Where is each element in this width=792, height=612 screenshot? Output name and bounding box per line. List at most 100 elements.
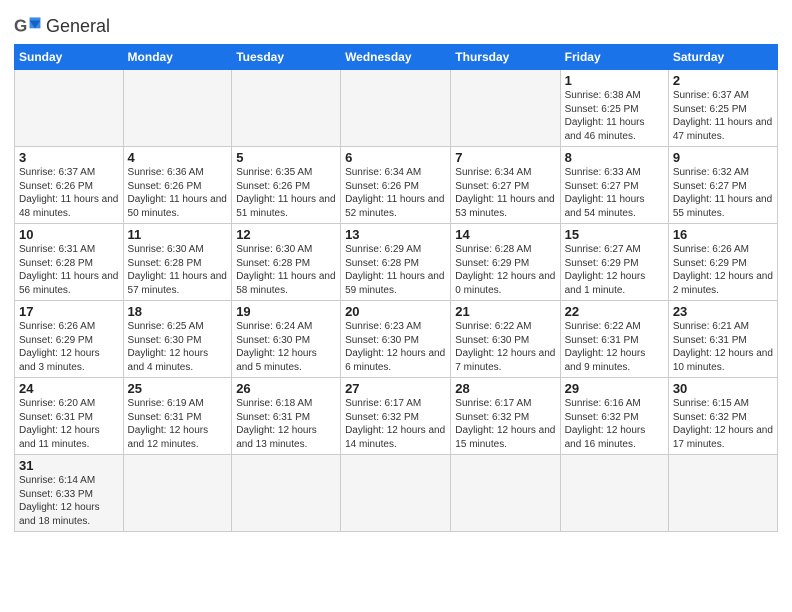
weekday-header-sunday: Sunday <box>15 45 124 70</box>
day-info: Sunrise: 6:30 AM Sunset: 6:28 PM Dayligh… <box>128 243 228 297</box>
day-info: Sunrise: 6:38 AM Sunset: 6:25 PM Dayligh… <box>565 89 664 143</box>
calendar-table: SundayMondayTuesdayWednesdayThursdayFrid… <box>14 44 778 532</box>
day-number: 9 <box>673 150 773 165</box>
day-number: 17 <box>19 304 119 319</box>
day-info: Sunrise: 6:37 AM Sunset: 6:26 PM Dayligh… <box>19 166 119 220</box>
calendar-day-cell: 22Sunrise: 6:22 AM Sunset: 6:31 PM Dayli… <box>560 301 668 378</box>
day-number: 23 <box>673 304 773 319</box>
day-number: 7 <box>455 150 555 165</box>
weekday-header-saturday: Saturday <box>668 45 777 70</box>
calendar-day-cell <box>341 70 451 147</box>
day-info: Sunrise: 6:32 AM Sunset: 6:27 PM Dayligh… <box>673 166 773 220</box>
calendar-day-cell <box>232 455 341 532</box>
calendar-day-cell: 2Sunrise: 6:37 AM Sunset: 6:25 PM Daylig… <box>668 70 777 147</box>
calendar-day-cell <box>451 455 560 532</box>
calendar-day-cell: 21Sunrise: 6:22 AM Sunset: 6:30 PM Dayli… <box>451 301 560 378</box>
day-number: 14 <box>455 227 555 242</box>
svg-text:G: G <box>14 16 27 35</box>
calendar-day-cell: 30Sunrise: 6:15 AM Sunset: 6:32 PM Dayli… <box>668 378 777 455</box>
day-info: Sunrise: 6:34 AM Sunset: 6:27 PM Dayligh… <box>455 166 555 220</box>
calendar-day-cell: 1Sunrise: 6:38 AM Sunset: 6:25 PM Daylig… <box>560 70 668 147</box>
calendar-day-cell <box>560 455 668 532</box>
logo-text: General <box>46 16 110 37</box>
calendar-week-row: 10Sunrise: 6:31 AM Sunset: 6:28 PM Dayli… <box>15 224 778 301</box>
day-info: Sunrise: 6:24 AM Sunset: 6:30 PM Dayligh… <box>236 320 336 374</box>
day-info: Sunrise: 6:18 AM Sunset: 6:31 PM Dayligh… <box>236 397 336 451</box>
calendar-week-row: 1Sunrise: 6:38 AM Sunset: 6:25 PM Daylig… <box>15 70 778 147</box>
day-number: 8 <box>565 150 664 165</box>
calendar-day-cell: 19Sunrise: 6:24 AM Sunset: 6:30 PM Dayli… <box>232 301 341 378</box>
day-number: 21 <box>455 304 555 319</box>
calendar-day-cell <box>341 455 451 532</box>
weekday-header-thursday: Thursday <box>451 45 560 70</box>
calendar-week-row: 31Sunrise: 6:14 AM Sunset: 6:33 PM Dayli… <box>15 455 778 532</box>
day-number: 20 <box>345 304 446 319</box>
calendar-day-cell: 8Sunrise: 6:33 AM Sunset: 6:27 PM Daylig… <box>560 147 668 224</box>
day-number: 16 <box>673 227 773 242</box>
weekday-header-tuesday: Tuesday <box>232 45 341 70</box>
day-info: Sunrise: 6:37 AM Sunset: 6:25 PM Dayligh… <box>673 89 773 143</box>
day-info: Sunrise: 6:22 AM Sunset: 6:31 PM Dayligh… <box>565 320 664 374</box>
calendar-day-cell: 16Sunrise: 6:26 AM Sunset: 6:29 PM Dayli… <box>668 224 777 301</box>
day-info: Sunrise: 6:16 AM Sunset: 6:32 PM Dayligh… <box>565 397 664 451</box>
calendar-day-cell <box>451 70 560 147</box>
day-number: 1 <box>565 73 664 88</box>
calendar-day-cell: 28Sunrise: 6:17 AM Sunset: 6:32 PM Dayli… <box>451 378 560 455</box>
day-number: 13 <box>345 227 446 242</box>
calendar-day-cell: 13Sunrise: 6:29 AM Sunset: 6:28 PM Dayli… <box>341 224 451 301</box>
calendar-day-cell <box>668 455 777 532</box>
day-number: 6 <box>345 150 446 165</box>
day-number: 4 <box>128 150 228 165</box>
day-info: Sunrise: 6:34 AM Sunset: 6:26 PM Dayligh… <box>345 166 446 220</box>
day-number: 18 <box>128 304 228 319</box>
day-number: 26 <box>236 381 336 396</box>
calendar-day-cell: 10Sunrise: 6:31 AM Sunset: 6:28 PM Dayli… <box>15 224 124 301</box>
calendar-day-cell: 25Sunrise: 6:19 AM Sunset: 6:31 PM Dayli… <box>123 378 232 455</box>
calendar-day-cell: 31Sunrise: 6:14 AM Sunset: 6:33 PM Dayli… <box>15 455 124 532</box>
day-number: 15 <box>565 227 664 242</box>
calendar-week-row: 24Sunrise: 6:20 AM Sunset: 6:31 PM Dayli… <box>15 378 778 455</box>
calendar-day-cell: 20Sunrise: 6:23 AM Sunset: 6:30 PM Dayli… <box>341 301 451 378</box>
calendar-day-cell <box>123 70 232 147</box>
day-info: Sunrise: 6:30 AM Sunset: 6:28 PM Dayligh… <box>236 243 336 297</box>
weekday-header-wednesday: Wednesday <box>341 45 451 70</box>
calendar-day-cell: 15Sunrise: 6:27 AM Sunset: 6:29 PM Dayli… <box>560 224 668 301</box>
day-info: Sunrise: 6:15 AM Sunset: 6:32 PM Dayligh… <box>673 397 773 451</box>
calendar-day-cell: 12Sunrise: 6:30 AM Sunset: 6:28 PM Dayli… <box>232 224 341 301</box>
day-number: 28 <box>455 381 555 396</box>
page: G General SundayMondayTuesdayWednesdayTh… <box>0 0 792 612</box>
day-info: Sunrise: 6:36 AM Sunset: 6:26 PM Dayligh… <box>128 166 228 220</box>
logo: G General <box>14 14 110 38</box>
day-info: Sunrise: 6:31 AM Sunset: 6:28 PM Dayligh… <box>19 243 119 297</box>
calendar-day-cell: 17Sunrise: 6:26 AM Sunset: 6:29 PM Dayli… <box>15 301 124 378</box>
header: G General <box>14 10 778 38</box>
calendar-day-cell: 14Sunrise: 6:28 AM Sunset: 6:29 PM Dayli… <box>451 224 560 301</box>
calendar-day-cell: 3Sunrise: 6:37 AM Sunset: 6:26 PM Daylig… <box>15 147 124 224</box>
day-number: 22 <box>565 304 664 319</box>
day-info: Sunrise: 6:26 AM Sunset: 6:29 PM Dayligh… <box>673 243 773 297</box>
day-info: Sunrise: 6:27 AM Sunset: 6:29 PM Dayligh… <box>565 243 664 297</box>
calendar-day-cell: 29Sunrise: 6:16 AM Sunset: 6:32 PM Dayli… <box>560 378 668 455</box>
calendar-day-cell: 7Sunrise: 6:34 AM Sunset: 6:27 PM Daylig… <box>451 147 560 224</box>
calendar-day-cell: 23Sunrise: 6:21 AM Sunset: 6:31 PM Dayli… <box>668 301 777 378</box>
day-info: Sunrise: 6:35 AM Sunset: 6:26 PM Dayligh… <box>236 166 336 220</box>
day-info: Sunrise: 6:25 AM Sunset: 6:30 PM Dayligh… <box>128 320 228 374</box>
day-number: 29 <box>565 381 664 396</box>
day-info: Sunrise: 6:33 AM Sunset: 6:27 PM Dayligh… <box>565 166 664 220</box>
day-info: Sunrise: 6:26 AM Sunset: 6:29 PM Dayligh… <box>19 320 119 374</box>
day-number: 25 <box>128 381 228 396</box>
day-number: 3 <box>19 150 119 165</box>
calendar-day-cell: 4Sunrise: 6:36 AM Sunset: 6:26 PM Daylig… <box>123 147 232 224</box>
day-info: Sunrise: 6:19 AM Sunset: 6:31 PM Dayligh… <box>128 397 228 451</box>
calendar-day-cell: 26Sunrise: 6:18 AM Sunset: 6:31 PM Dayli… <box>232 378 341 455</box>
day-info: Sunrise: 6:20 AM Sunset: 6:31 PM Dayligh… <box>19 397 119 451</box>
calendar-day-cell: 11Sunrise: 6:30 AM Sunset: 6:28 PM Dayli… <box>123 224 232 301</box>
calendar-day-cell <box>232 70 341 147</box>
day-number: 27 <box>345 381 446 396</box>
generalblue-logo-icon: G <box>14 14 42 38</box>
calendar-day-cell: 6Sunrise: 6:34 AM Sunset: 6:26 PM Daylig… <box>341 147 451 224</box>
day-number: 19 <box>236 304 336 319</box>
calendar-day-cell: 9Sunrise: 6:32 AM Sunset: 6:27 PM Daylig… <box>668 147 777 224</box>
calendar-day-cell <box>15 70 124 147</box>
day-number: 24 <box>19 381 119 396</box>
